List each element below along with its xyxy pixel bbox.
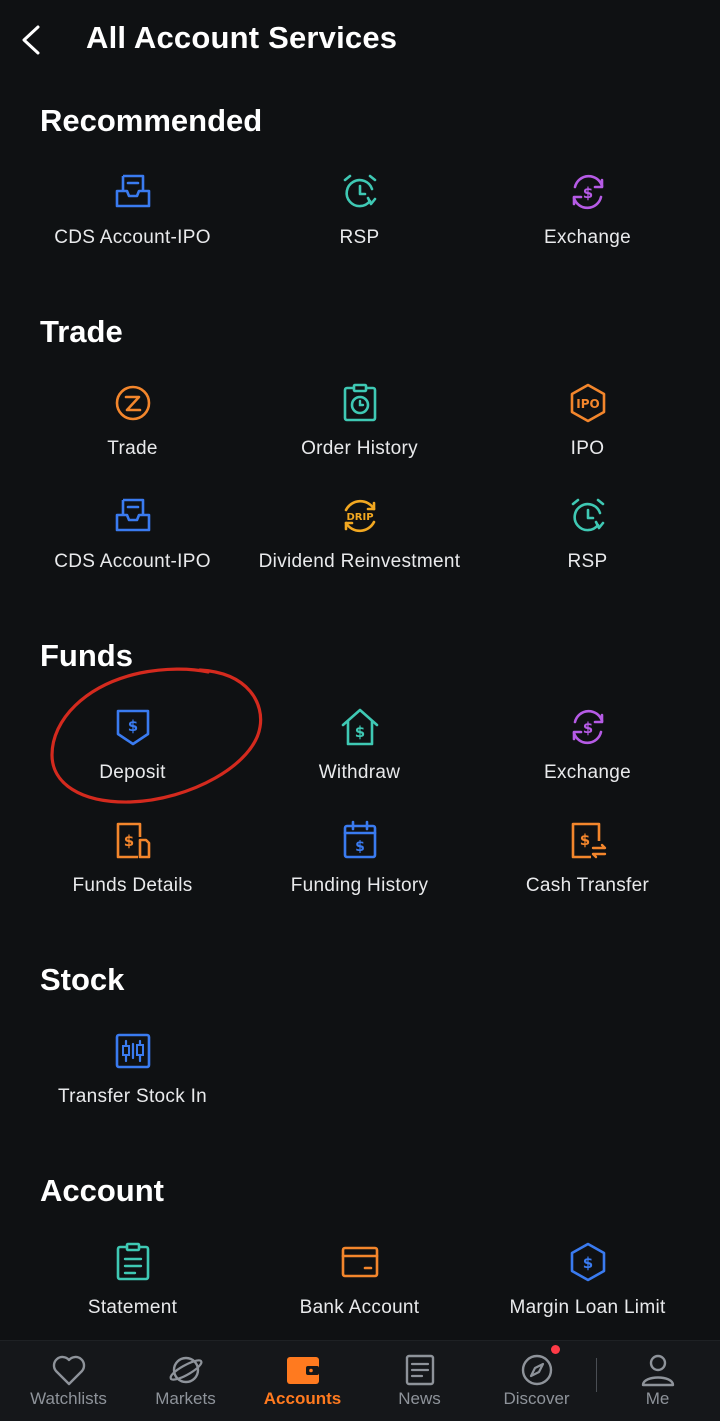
currency-exchange-icon: $ <box>572 174 604 210</box>
tile-cds-account-ipo[interactable]: CDS Account-IPO <box>19 171 246 271</box>
back-arrow-icon[interactable] <box>16 22 48 58</box>
clipboard-clock-icon <box>343 383 377 422</box>
tile-label: Cash Transfer <box>525 875 650 896</box>
tile-label: Exchange <box>544 227 631 248</box>
bottom-tab-bar: Watchlists Markets Accounts News Discove… <box>0 1340 720 1421</box>
drip-icon: DRIP <box>344 499 376 533</box>
section-title-recommended: Recommended <box>40 103 263 138</box>
tile-cds-account-ipo-2[interactable]: CDS Account-IPO <box>19 495 246 595</box>
dollar-document-icon: $ <box>116 822 151 859</box>
tile-label: IPO <box>570 438 605 459</box>
tab-label: Watchlists <box>30 1389 107 1408</box>
tile-funds-details[interactable]: $ Funds Details <box>19 819 246 919</box>
tile-label: Trade <box>107 438 158 459</box>
inbox-icon <box>115 174 151 208</box>
tile-exchange[interactable]: $ Exchange <box>474 171 701 271</box>
tile-label: Exchange <box>544 762 631 783</box>
tile-withdraw[interactable]: $ Withdraw <box>246 706 473 806</box>
tile-rsp[interactable]: RSP <box>246 171 473 271</box>
tile-label: Transfer Stock In <box>57 1086 208 1107</box>
wallet-icon <box>287 1357 319 1384</box>
tile-transfer-stock-in[interactable]: Transfer Stock In <box>19 1030 246 1130</box>
dollar-transfer-icon: $ <box>571 822 607 859</box>
svg-text:DRIP: DRIP <box>346 512 373 523</box>
tabbar-divider <box>596 1358 597 1392</box>
clipboard-list-icon <box>116 1242 150 1281</box>
tile-statement[interactable]: Statement <box>19 1241 246 1341</box>
tab-discover[interactable]: Discover <box>478 1341 595 1421</box>
section-title-funds: Funds <box>40 638 133 673</box>
inbox-icon <box>115 498 151 532</box>
house-dollar-icon: $ <box>341 708 379 746</box>
person-icon <box>641 1354 675 1387</box>
tile-cash-transfer[interactable]: $ Cash Transfer <box>474 819 701 919</box>
tab-label: Markets <box>155 1389 216 1408</box>
candlestick-chart-icon <box>115 1033 151 1069</box>
tile-label: Funds Details <box>72 875 193 896</box>
tile-label: Funding History <box>290 875 429 896</box>
section-title-trade: Trade <box>40 314 123 349</box>
tile-label: Statement <box>87 1297 178 1318</box>
tab-news[interactable]: News <box>361 1341 478 1421</box>
svg-text:$: $ <box>355 723 365 741</box>
hexagon-dollar-icon: $ <box>570 1242 606 1282</box>
tile-order-history[interactable]: Order History <box>246 382 473 482</box>
section-title-stock: Stock <box>40 962 125 997</box>
page-title: All Account Services <box>86 20 398 55</box>
tile-label: Order History <box>301 438 418 459</box>
tab-label: Discover <box>503 1389 570 1408</box>
svg-text:$: $ <box>580 831 590 849</box>
tab-label: Me <box>645 1389 670 1408</box>
trade-icon <box>115 385 151 421</box>
svg-text:IPO: IPO <box>576 397 599 411</box>
header: All Account Services <box>0 0 720 80</box>
tile-label: Withdraw <box>318 762 401 783</box>
tile-label: Bank Account <box>299 1297 420 1318</box>
tile-label: CDS Account-IPO <box>54 551 211 572</box>
tile-label: Dividend Reinvestment <box>258 551 461 572</box>
svg-text:$: $ <box>124 832 134 850</box>
tile-label: Margin Loan Limit <box>509 1297 666 1318</box>
heart-icon <box>52 1355 86 1386</box>
tile-bank-account[interactable]: Bank Account <box>246 1241 473 1341</box>
news-icon <box>405 1354 435 1386</box>
tile-funding-history[interactable]: $ Funding History <box>246 819 473 919</box>
tile-rsp-2[interactable]: RSP <box>474 495 701 595</box>
tile-exchange-2[interactable]: $ Exchange <box>474 706 701 806</box>
tile-label: CDS Account-IPO <box>54 227 211 248</box>
svg-text:$: $ <box>128 717 138 735</box>
tab-label: Accounts <box>263 1389 342 1408</box>
section-title-account: Account <box>40 1173 164 1208</box>
tile-label: Deposit <box>99 762 166 783</box>
deposit-shield-icon: $ <box>116 709 150 746</box>
svg-text:$: $ <box>583 184 593 202</box>
ipo-hexagon-icon: IPO <box>570 383 606 423</box>
tile-deposit[interactable]: $ Deposit <box>19 706 246 806</box>
currency-exchange-icon: $ <box>572 709 604 745</box>
tile-margin-loan-limit[interactable]: $ Margin Loan Limit <box>474 1241 701 1341</box>
svg-text:$: $ <box>583 719 593 737</box>
planet-icon <box>169 1356 203 1384</box>
tile-trade[interactable]: Trade <box>19 382 246 482</box>
tab-watchlists[interactable]: Watchlists <box>10 1341 127 1421</box>
tab-me[interactable]: Me <box>599 1341 716 1421</box>
svg-text:$: $ <box>583 1254 593 1272</box>
alarm-clock-icon <box>571 498 605 532</box>
compass-icon <box>521 1354 553 1386</box>
notification-dot <box>551 1345 560 1354</box>
bank-card-icon <box>341 1246 379 1278</box>
tab-markets[interactable]: Markets <box>127 1341 244 1421</box>
tile-label: RSP <box>339 227 380 248</box>
alarm-clock-icon <box>343 174 377 208</box>
svg-text:$: $ <box>355 839 365 855</box>
dollar-calendar-icon: $ <box>343 820 377 859</box>
tile-dividend-reinvestment[interactable]: DRIP Dividend Reinvestment <box>246 495 473 595</box>
tab-accounts[interactable]: Accounts <box>244 1341 361 1421</box>
tab-label: News <box>398 1389 441 1408</box>
tile-ipo[interactable]: IPO IPO <box>474 382 701 482</box>
tile-label: RSP <box>567 551 608 572</box>
